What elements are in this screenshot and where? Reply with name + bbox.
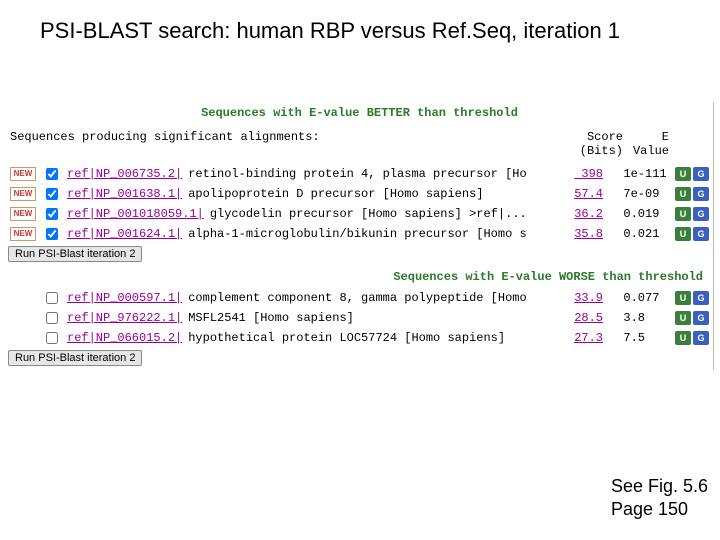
gene-icon[interactable]: G <box>693 167 709 181</box>
include-checkbox[interactable] <box>46 332 58 344</box>
column-evalue: E Value <box>633 130 669 158</box>
results-panel: Sequences with E-value BETTER than thres… <box>6 102 714 370</box>
ref-link[interactable]: ref|NP_006735.2| <box>67 167 182 181</box>
column-score: Score (Bits) <box>580 130 623 158</box>
score-link[interactable]: 398 <box>555 167 603 181</box>
unigene-icon[interactable]: U <box>675 291 691 305</box>
gene-icon[interactable]: G <box>693 291 709 305</box>
new-badge: NEW <box>10 167 36 181</box>
page-title: PSI-BLAST search: human RBP versus Ref.S… <box>0 0 720 52</box>
unigene-icon[interactable]: U <box>675 167 691 181</box>
include-checkbox[interactable] <box>46 312 58 324</box>
ref-link[interactable]: ref|NP_976222.1| <box>67 311 182 325</box>
gene-icon[interactable]: G <box>693 187 709 201</box>
run-iteration-button[interactable]: Run PSI-Blast iteration 2 <box>8 350 142 366</box>
alignments-label: Sequences producing significant alignmen… <box>10 130 580 158</box>
evalue: 7e-09 <box>609 187 669 201</box>
hit-row: NEW ref|NP_001018059.1| glycodelin precur… <box>6 204 713 224</box>
section-header-better: Sequences with E-value BETTER than thres… <box>6 102 713 124</box>
hit-row: NEWref|NP_066015.2| hypothetical protein… <box>6 328 713 348</box>
unigene-icon[interactable]: U <box>675 311 691 325</box>
new-badge: NEW <box>10 187 36 201</box>
ref-link[interactable]: ref|NP_001018059.1| <box>67 207 204 221</box>
hit-description: hypothetical protein LOC57724 [Homo sapi… <box>188 331 549 345</box>
db-icons: UG <box>675 187 709 201</box>
score-link[interactable]: 57.4 <box>555 187 603 201</box>
hit-row: NEW ref|NP_001638.1| apolipoprotein D pre… <box>6 184 713 204</box>
db-icons: UG <box>675 311 709 325</box>
gene-icon[interactable]: G <box>693 207 709 221</box>
hit-row: NEWref|NP_000597.1| complement component… <box>6 288 713 308</box>
hit-row: NEW ref|NP_001624.1| alpha-1-microglobuli… <box>6 224 713 244</box>
evalue: 0.021 <box>609 227 669 241</box>
new-badge: NEW <box>10 207 36 221</box>
score-link[interactable]: 33.9 <box>555 291 603 305</box>
hit-description: alpha-1-microglobulin/bikunin precursor … <box>188 227 549 241</box>
ref-link[interactable]: ref|NP_001624.1| <box>67 227 182 241</box>
hit-row: NEW ref|NP_006735.2| retinol-binding prot… <box>6 164 713 184</box>
gene-icon[interactable]: G <box>693 227 709 241</box>
include-checkbox[interactable] <box>46 228 58 240</box>
unigene-icon[interactable]: U <box>675 331 691 345</box>
db-icons: UG <box>675 331 709 345</box>
gene-icon[interactable]: G <box>693 311 709 325</box>
db-icons: UG <box>675 207 709 221</box>
score-link[interactable]: 27.3 <box>555 331 603 345</box>
unigene-icon[interactable]: U <box>675 227 691 241</box>
evalue: 0.019 <box>609 207 669 221</box>
score-link[interactable]: 35.8 <box>555 227 603 241</box>
footnote-line: See Fig. 5.6 <box>611 475 708 498</box>
new-badge: NEW <box>10 227 36 241</box>
score-link[interactable]: 36.2 <box>555 207 603 221</box>
include-checkbox[interactable] <box>46 188 58 200</box>
hit-description: MSFL2541 [Homo sapiens] <box>188 311 549 325</box>
evalue: 1e-111 <box>609 167 669 181</box>
run-iteration-button[interactable]: Run PSI-Blast iteration 2 <box>8 246 142 262</box>
gene-icon[interactable]: G <box>693 331 709 345</box>
db-icons: UG <box>675 227 709 241</box>
score-link[interactable]: 28.5 <box>555 311 603 325</box>
hit-description: complement component 8, gamma polypeptid… <box>188 291 549 305</box>
include-checkbox[interactable] <box>46 168 58 180</box>
ref-link[interactable]: ref|NP_066015.2| <box>67 331 182 345</box>
hit-row: NEWref|NP_976222.1| MSFL2541 [Homo sapie… <box>6 308 713 328</box>
footnote-line: Page 150 <box>611 498 708 521</box>
evalue: 7.5 <box>609 331 669 345</box>
ref-link[interactable]: ref|NP_000597.1| <box>67 291 182 305</box>
evalue: 0.077 <box>609 291 669 305</box>
section-header-worse: Sequences with E-value WORSE than thresh… <box>6 266 713 288</box>
footnote: See Fig. 5.6 Page 150 <box>611 475 708 520</box>
hit-description: glycodelin precursor [Homo sapiens] >ref… <box>210 207 549 221</box>
unigene-icon[interactable]: U <box>675 207 691 221</box>
include-checkbox[interactable] <box>46 208 58 220</box>
hit-description: apolipoprotein D precursor [Homo sapiens… <box>188 187 549 201</box>
hit-description: retinol-binding protein 4, plasma precur… <box>188 167 549 181</box>
db-icons: UG <box>675 167 709 181</box>
alignments-header: Sequences producing significant alignmen… <box>6 124 713 164</box>
include-checkbox[interactable] <box>46 292 58 304</box>
unigene-icon[interactable]: U <box>675 187 691 201</box>
evalue: 3.8 <box>609 311 669 325</box>
ref-link[interactable]: ref|NP_001638.1| <box>67 187 182 201</box>
db-icons: UG <box>675 291 709 305</box>
